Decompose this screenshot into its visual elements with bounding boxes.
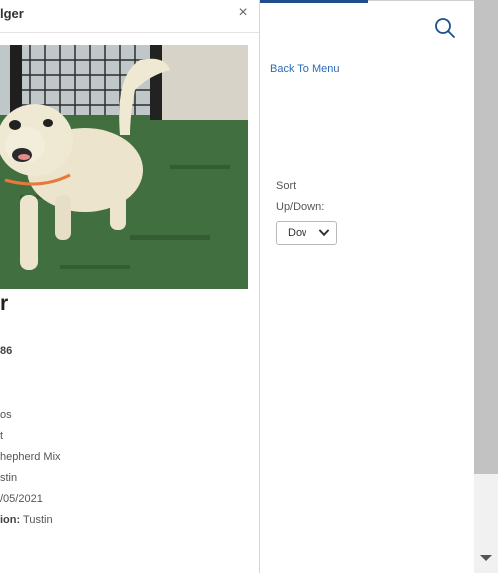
scroll-thumb[interactable] [474,0,498,474]
sort-direction-select[interactable]: Down [276,221,337,245]
scroll-down-arrow-icon[interactable] [480,555,492,561]
detail-breed: hepherd Mix [0,451,61,463]
modal-title: lger [0,6,24,21]
results-sidebar: Back To Menu Sort Up/Down: Down [260,0,474,573]
pet-name: r [0,292,9,315]
detail-sex: t [0,430,4,442]
location-value: Tustin [23,514,53,526]
pet-photo [0,45,248,289]
back-to-menu-link[interactable]: Back To Menu [270,63,340,75]
chevron-down-icon [319,229,329,237]
close-icon[interactable]: × [236,4,250,22]
detail-location: ion: Tustin [0,514,53,526]
detail-date: /05/2021 [0,493,43,505]
active-tab-indicator [260,0,368,3]
pet-id: 86 [0,345,13,357]
tab-divider [368,0,474,1]
sort-label: Sort Up/Down: [276,180,325,213]
sort-select-value: Down [288,227,306,239]
detail-age: os [0,409,12,421]
modal-header: lger × [0,0,259,33]
location-label: ion: [0,514,21,526]
pet-detail-modal: lger × r 86 os t hepherd Mix stin /05/20… [0,0,260,573]
detail-city: stin [0,472,18,484]
search-icon[interactable] [434,17,456,39]
scrollbar[interactable] [474,0,498,573]
